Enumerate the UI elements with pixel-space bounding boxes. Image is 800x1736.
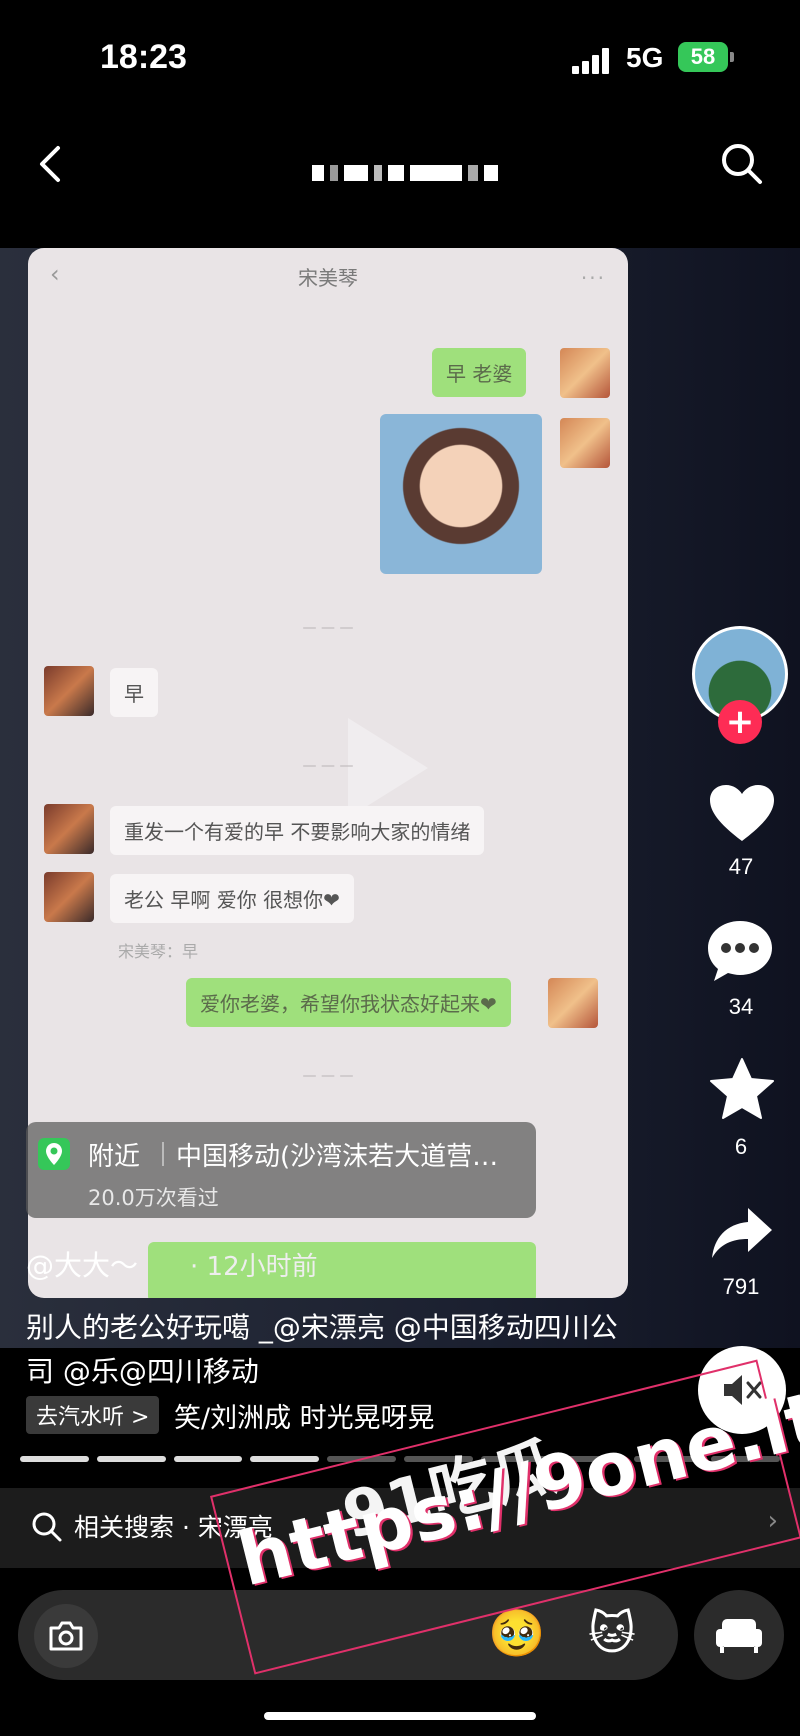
search-icon [32, 1512, 62, 1542]
favorite-button[interactable] [704, 1054, 780, 1124]
star-icon [710, 1058, 774, 1119]
chat-message: 重发一个有爱的早 不要影响大家的情绪 [110, 806, 485, 855]
post-caption[interactable]: 别人的老公好玩噶 _@宋漂亮 @中国移动四川公司 @乐@四川移动 [26, 1306, 626, 1394]
follow-button[interactable]: + [718, 700, 762, 744]
like-count: 47 [728, 854, 754, 879]
chat-avatar [44, 666, 94, 716]
search-button[interactable] [718, 140, 766, 188]
progress-segment [173, 1456, 243, 1462]
chat-avatar [44, 872, 94, 922]
battery-tip [730, 52, 734, 62]
search-icon [722, 144, 762, 184]
emoji-button[interactable]: 🐱 [588, 1606, 636, 1660]
share-button[interactable] [704, 1198, 780, 1268]
chat-message: 早 [110, 668, 158, 717]
comment-button[interactable] [702, 916, 778, 986]
progress-segment [20, 1456, 89, 1462]
chat-avatar [560, 418, 610, 468]
chat-more-icon: ··· [580, 266, 606, 290]
author-name[interactable]: @大大～ [26, 1244, 138, 1284]
chat-avatar [560, 348, 610, 398]
chat-message: 早 老婆 [432, 348, 527, 397]
chat-timestamp: — — — [302, 1068, 354, 1084]
comment-icon [708, 921, 772, 981]
post-time: · 12小时前 [190, 1252, 318, 1282]
chat-timestamp: — — — [302, 620, 354, 636]
share-icon [712, 1208, 772, 1258]
share-count: 791 [722, 1274, 760, 1299]
back-button[interactable] [30, 140, 70, 188]
location-nearby-label: 附近 [88, 1142, 141, 1172]
chevron-left-icon [40, 146, 60, 182]
location-name: 中国移动(沙湾沫若大道营… [176, 1142, 499, 1172]
battery-level: 58 [678, 42, 728, 72]
heart-icon [710, 785, 774, 841]
watch-together-button[interactable] [694, 1590, 784, 1680]
chat-photo [380, 414, 542, 574]
music-title[interactable]: 笑/刘洲成 时光晃呀晃 [174, 1396, 494, 1435]
home-indicator [264, 1712, 536, 1720]
location-tag[interactable]: 附近 中国移动(沙湾沫若大道营… 20.0万次看过 [26, 1122, 536, 1218]
location-pin-icon [38, 1138, 70, 1170]
like-button[interactable] [704, 778, 780, 848]
sofa-icon [716, 1619, 762, 1653]
chat-timestamp: — — — [302, 758, 354, 774]
network-type: 5G [626, 42, 664, 73]
progress-segment [250, 1456, 320, 1462]
comment-count: 34 [728, 994, 754, 1019]
open-music-button[interactable]: 去汽水听 > [26, 1396, 160, 1434]
chat-avatar [548, 978, 598, 1028]
emoji-button[interactable]: 🥹 [488, 1606, 545, 1661]
chat-avatar [44, 804, 94, 854]
chat-message: 老公 早啊 爱你 很想你❤ [110, 874, 354, 923]
blurred-title [312, 160, 498, 186]
plus-icon: + [725, 702, 755, 742]
status-time: 18:23 [100, 38, 187, 76]
quoted-reply: 宋美琴：早 [118, 942, 199, 961]
signal-icon [572, 46, 614, 74]
camera-icon [49, 1621, 83, 1651]
chat-title: 宋美琴 [298, 266, 358, 290]
camera-button[interactable] [34, 1604, 98, 1668]
location-views: 20.0万次看过 [88, 1186, 219, 1210]
favorite-count: 6 [734, 1134, 748, 1159]
location-divider [162, 1142, 164, 1166]
progress-segment [96, 1456, 166, 1462]
chat-message: 爱你老婆，希望你我状态好起来❤ [186, 978, 511, 1027]
